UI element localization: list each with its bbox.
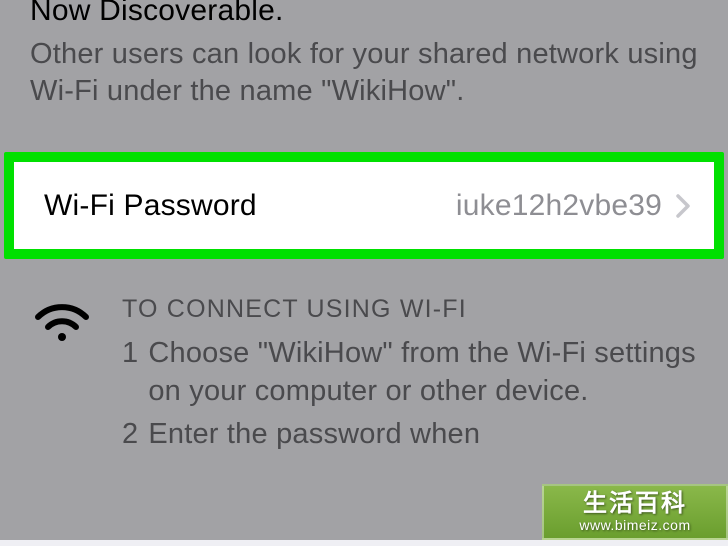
watermark-title: 生活百科 [583, 492, 687, 516]
step-number: 2 [122, 415, 138, 453]
instruction-step: 2 Enter the password when [122, 415, 698, 453]
wifi-password-label: Wi-Fi Password [44, 189, 456, 223]
step-text: Choose "WikiHow" from the Wi-Fi settings… [148, 334, 698, 411]
watermark: 生活百科 www.bimeiz.com [542, 484, 728, 540]
discoverable-description: Other users can look for your shared net… [30, 36, 698, 110]
instruction-step: 1 Choose "WikiHow" from the Wi-Fi settin… [122, 334, 698, 411]
step-number: 1 [122, 334, 138, 411]
chevron-right-icon [676, 194, 690, 218]
wifi-icon [30, 299, 94, 352]
highlight-border: Wi-Fi Password iuke12h2vbe39 [4, 152, 724, 259]
instructions-text: TO CONNECT USING WI-FI 1 Choose "WikiHow… [122, 295, 698, 457]
discoverable-status: Now Discoverable. [30, 0, 698, 28]
instructions-section: TO CONNECT USING WI-FI 1 Choose "WikiHow… [0, 295, 728, 457]
step-text: Enter the password when [148, 415, 480, 453]
highlighted-row-wrapper: Wi-Fi Password iuke12h2vbe39 [0, 152, 728, 259]
wifi-password-row[interactable]: Wi-Fi Password iuke12h2vbe39 [14, 162, 714, 249]
wifi-password-value: iuke12h2vbe39 [456, 189, 662, 223]
watermark-url: www.bimeiz.com [579, 518, 690, 532]
instructions-title: TO CONNECT USING WI-FI [122, 295, 698, 324]
header-section: Now Discoverable. Other users can look f… [0, 0, 728, 110]
